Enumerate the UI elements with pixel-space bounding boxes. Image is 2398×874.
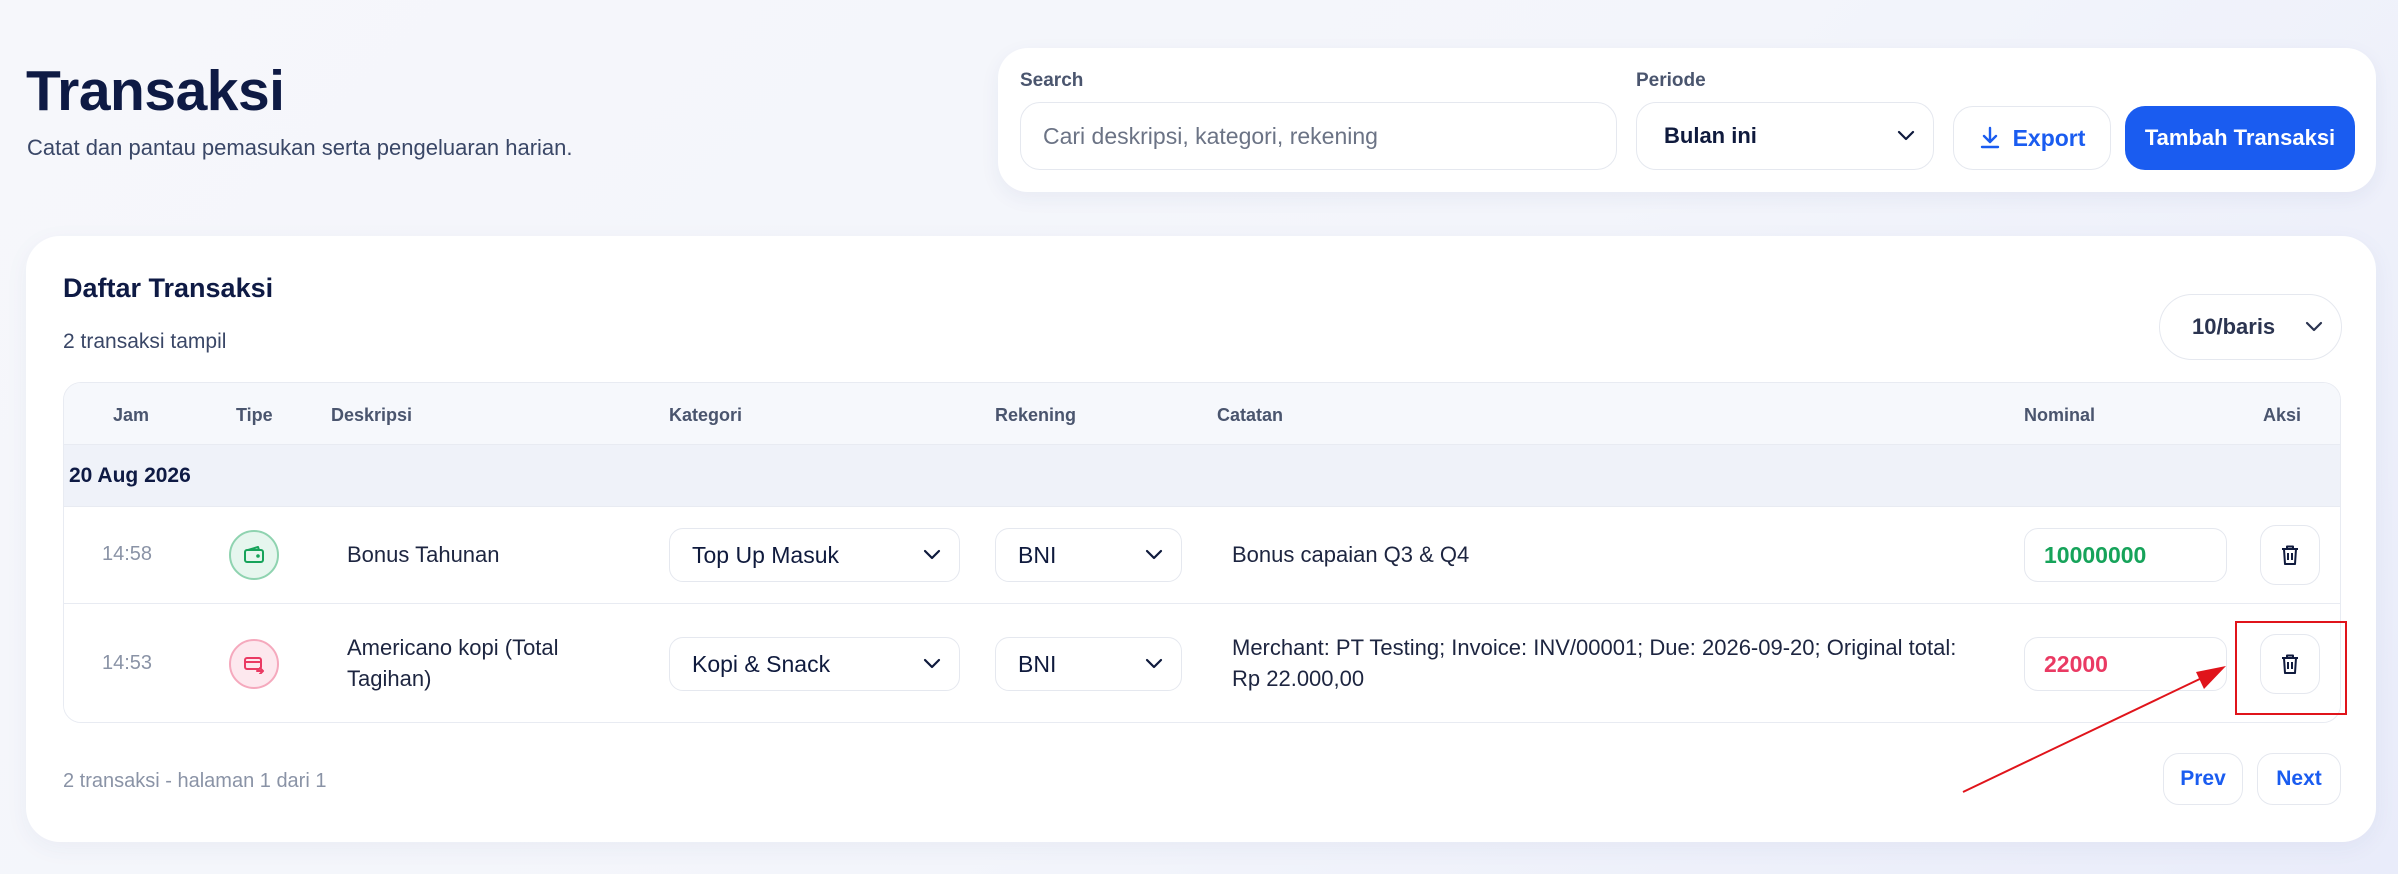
row-time: 14:53 — [102, 652, 153, 674]
export-label: Export — [2012, 124, 2086, 151]
column-header-amount: Nominal — [2024, 405, 2096, 425]
period-select[interactable]: Bulan ini — [1636, 102, 1934, 170]
search-input[interactable] — [1020, 102, 1617, 170]
rows-per-page-value: 10/baris — [2192, 314, 2276, 339]
chevron-down-icon — [1145, 658, 1163, 669]
column-header-category: Kategori — [669, 405, 743, 425]
category-value: Top Up Masuk — [692, 541, 840, 568]
chevron-down-icon — [1897, 130, 1915, 141]
category-select[interactable]: Kopi & Snack — [669, 637, 960, 691]
row-description: Bonus Tahunan — [347, 542, 500, 567]
transactions-table: Jam Tipe Deskripsi Kategori Rekening Cat… — [63, 382, 2341, 723]
row-time: 14:58 — [102, 543, 153, 565]
search-label: Search — [1020, 70, 1084, 91]
column-header-account: Rekening — [995, 405, 1077, 425]
account-select[interactable]: BNI — [995, 528, 1182, 582]
card-out-icon — [244, 657, 264, 674]
wallet-in-icon — [244, 546, 264, 563]
category-value: Kopi & Snack — [692, 650, 831, 677]
prev-page-button[interactable]: Prev — [2163, 753, 2243, 805]
page-subtitle: Catat dan pantau pemasukan serta pengelu… — [27, 135, 573, 160]
row-note: Merchant: PT Testing; Invoice: INV/00001… — [1232, 635, 1957, 691]
column-header-type: Tipe — [236, 405, 273, 425]
account-value: BNI — [1018, 650, 1057, 677]
category-select[interactable]: Top Up Masuk — [669, 528, 960, 582]
transaction-count: 2 transaksi tampil — [63, 330, 227, 353]
delete-button[interactable] — [2260, 525, 2320, 585]
column-header-action: Aksi — [2263, 405, 2302, 425]
add-transaction-button[interactable]: Tambah Transaksi — [2125, 106, 2355, 170]
column-header-time: Jam — [113, 405, 150, 425]
column-header-description: Deskripsi — [331, 405, 413, 425]
chevron-down-icon — [923, 658, 941, 669]
date-group-label: 20 Aug 2026 — [69, 464, 191, 487]
account-value: BNI — [1018, 541, 1057, 568]
period-label: Periode — [1636, 70, 1706, 91]
pagination-info: 2 transaksi - halaman 1 dari 1 — [63, 770, 327, 792]
chevron-down-icon — [1145, 549, 1163, 560]
transactions-card: Daftar Transaksi 2 transaksi tampil 10/b… — [26, 236, 2376, 842]
next-page-button[interactable]: Next — [2257, 753, 2341, 805]
rows-per-page-select[interactable]: 10/baris — [2159, 294, 2342, 360]
date-group-row: 20 Aug 2026 — [64, 445, 2340, 507]
period-select-value: Bulan ini — [1664, 123, 1757, 148]
export-button[interactable]: Export — [1953, 106, 2111, 170]
column-header-note: Catatan — [1217, 405, 1284, 425]
annotation-highlight-box — [2235, 621, 2347, 715]
expense-type-badge — [229, 639, 279, 689]
row-description: Americano kopi (Total Tagihan) — [347, 635, 559, 691]
download-icon — [1980, 126, 1999, 149]
amount-input[interactable]: 10000000 — [2024, 528, 2227, 582]
account-select[interactable]: BNI — [995, 637, 1182, 691]
income-type-badge — [229, 530, 279, 580]
trash-icon — [2282, 545, 2298, 565]
table-row: 14:58 Bonus Tahunan Top Up Masuk BNI Bon… — [64, 507, 2340, 604]
row-note: Bonus capaian Q3 & Q4 — [1232, 542, 1470, 567]
table-header: Jam Tipe Deskripsi Kategori Rekening Cat… — [64, 383, 2340, 445]
card-title: Daftar Transaksi — [63, 273, 274, 303]
amount-input[interactable]: 22000 — [2024, 637, 2227, 691]
table-row: 14:53 Americano kopi (Total Tagihan) Kop… — [64, 604, 2340, 722]
page-title: Transaksi — [26, 59, 285, 123]
chevron-down-icon — [923, 549, 941, 560]
chevron-down-icon — [2305, 321, 2323, 332]
filter-toolbar: Search Periode Bulan ini Export Tambah T… — [998, 48, 2376, 192]
